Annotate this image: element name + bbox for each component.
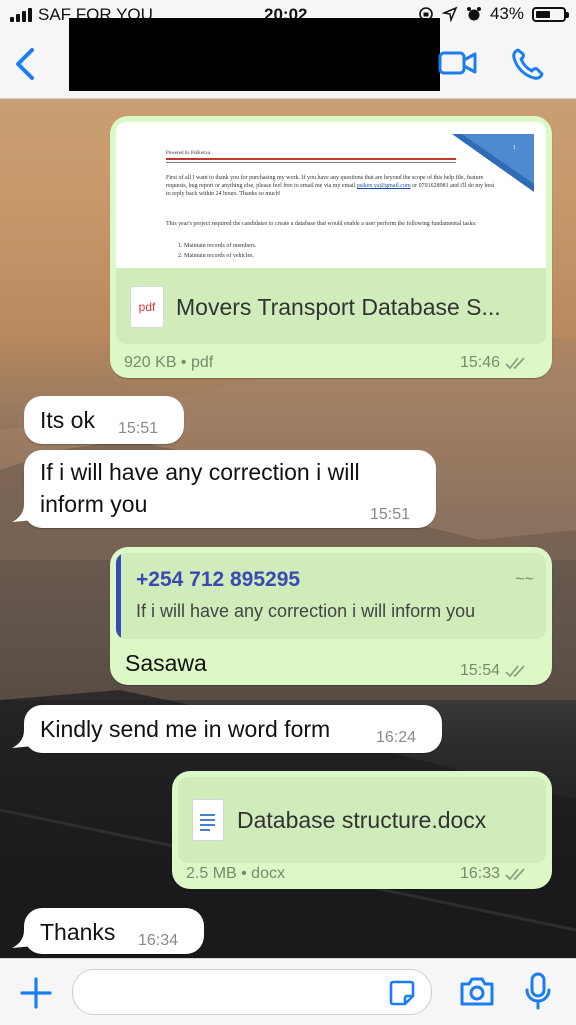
message-text: Sasawa: [125, 650, 207, 676]
file-name: Database structure.docx: [237, 807, 487, 833]
time-text: 15:46: [460, 354, 501, 371]
preview-red-rule: [166, 158, 456, 160]
message-time: 15:51: [370, 506, 411, 523]
location-icon: [441, 6, 458, 22]
read-receipt-icon: [505, 868, 525, 881]
preview-gray-rule: [166, 162, 456, 163]
preview-paragraph-1: First of all I want to thank you for pur…: [166, 174, 496, 198]
signal-icon: [10, 8, 32, 22]
message-time: 15:46: [460, 354, 528, 372]
quote-sender: +254 712 895295: [136, 568, 301, 591]
message-text: Its ok: [40, 407, 95, 433]
message-input[interactable]: [72, 969, 432, 1015]
file-meta: 920 KB • pdf: [124, 354, 214, 371]
preview-paragraph-2: This year's project required the candida…: [166, 221, 477, 227]
message-text-line-2: inform you: [40, 491, 148, 517]
file-meta: 2.5 MB • docx: [186, 865, 285, 882]
message-input-bar: [0, 958, 576, 1025]
alarm-icon: [466, 7, 481, 21]
bubble-tail: [12, 504, 34, 522]
message-time: 15:54: [460, 662, 528, 680]
read-receipt-icon: [505, 665, 525, 678]
microphone-icon[interactable]: [522, 971, 554, 1011]
camera-icon[interactable]: [458, 973, 496, 1009]
bubble-tail: [12, 730, 34, 748]
file-name: Movers Transport Database S...: [176, 294, 501, 320]
quoted-message[interactable]: +254 712 895295 ~~ If i will have any co…: [116, 553, 546, 639]
message-time: 16:24: [376, 729, 417, 746]
message-bubble-incoming[interactable]: If i will have any correction i will inf…: [24, 450, 436, 528]
plus-icon[interactable]: [18, 975, 54, 1011]
message-bubble-incoming[interactable]: Thanks 16:34: [24, 908, 204, 954]
phone-call-icon[interactable]: [510, 46, 546, 82]
preview-list-item-1: 1. Maintain records of members.: [178, 243, 257, 249]
battery-icon: [532, 6, 569, 22]
quote-wave-icon: ~~: [515, 571, 534, 588]
docx-file-icon: [192, 799, 224, 841]
sticker-icon[interactable]: [387, 978, 417, 1008]
bubble-tail: [12, 930, 34, 948]
message-text: Thanks: [40, 919, 116, 945]
quote-text: If i will have any correction i will inf…: [136, 601, 476, 621]
message-bubble-document-docx[interactable]: Database structure.docx 2.5 MB • docx 16…: [172, 771, 552, 889]
battery-percent: 43%: [489, 4, 524, 23]
message-time: 16:33: [460, 865, 528, 883]
document-preview[interactable]: Powered by PsiKenya 1 First of all I wan…: [116, 122, 546, 268]
read-receipt-icon: [505, 357, 525, 370]
redacted-contact-name[interactable]: [69, 18, 440, 91]
message-time: 15:51: [118, 420, 159, 437]
message-bubble-incoming[interactable]: Its ok 15:51: [24, 396, 184, 444]
message-time: 16:34: [138, 932, 179, 949]
preview-list-item-2: 2. Maintain records of vehicles.: [178, 253, 254, 259]
time-text: 15:54: [460, 662, 501, 679]
preview-email-link: psiken ya@gmail.com: [356, 183, 411, 189]
pdf-file-icon: pdf: [130, 286, 164, 328]
file-attachment-row[interactable]: pdf Movers Transport Database S...: [116, 268, 546, 344]
back-chevron-icon[interactable]: [10, 44, 40, 84]
preview-page-number: 1: [513, 145, 516, 151]
time-text: 16:33: [460, 865, 501, 882]
status-right: 43%: [418, 4, 569, 24]
file-attachment-row[interactable]: Database structure.docx: [178, 777, 546, 863]
message-text-line-1: If i will have any correction i will: [40, 459, 360, 485]
preview-header: Powered by PsiKenya: [166, 151, 211, 156]
message-bubble-incoming[interactable]: Kindly send me in word form 16:24: [24, 705, 442, 753]
message-text: Kindly send me in word form: [40, 716, 331, 742]
quote-accent-bar: [116, 553, 121, 639]
chat-header: [0, 18, 576, 99]
video-call-icon[interactable]: [438, 46, 478, 80]
